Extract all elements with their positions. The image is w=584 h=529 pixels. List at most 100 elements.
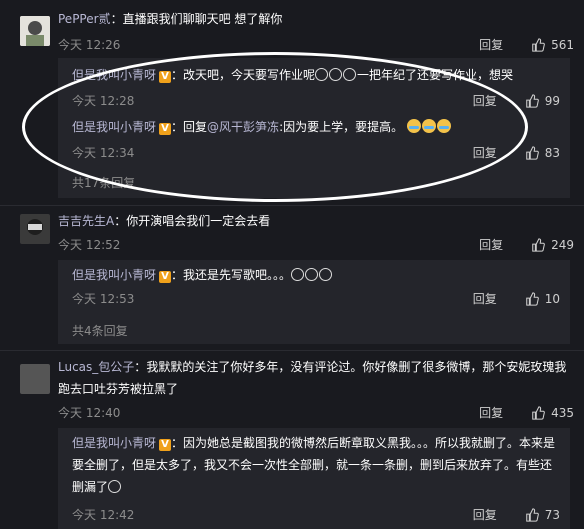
comment-username[interactable]: Lucas_包公子 <box>58 360 134 374</box>
reply-button[interactable]: 回复 <box>473 506 497 523</box>
comment-time: 今天 12:40 <box>58 406 121 420</box>
divider <box>0 350 584 351</box>
comment-time: 今天 12:52 <box>58 238 121 252</box>
reply-button[interactable]: 回复 <box>479 404 503 421</box>
comment-actions: 回复 249 <box>479 236 574 253</box>
comment-text: 你开演唱会我们一定会去看 <box>126 214 271 228</box>
like-button[interactable]: 73 <box>525 508 560 522</box>
verified-badge-icon: V <box>159 71 172 83</box>
comment-username[interactable]: PePPer贰 <box>58 12 111 26</box>
colon: ： <box>171 120 184 134</box>
like-count: 435 <box>551 405 574 420</box>
thumbs-up-icon <box>532 405 545 420</box>
reply-text-continued: 一把年纪了还要写作业，想哭 <box>357 68 514 82</box>
like-button[interactable]: 99 <box>525 94 560 108</box>
emoji-icon <box>291 268 305 281</box>
emoji-icon <box>305 268 319 281</box>
emoji-icon <box>343 68 357 81</box>
reply-content: 但是我叫小青呀 V ：因为她总是截图我的微博然后断章取义黑我。。。所以我就删了。本来… <box>72 432 560 498</box>
mention-link[interactable]: @风干彭笋冻 <box>207 120 279 134</box>
crying-emoji-icon <box>406 119 421 133</box>
reply-actions: 回复 99 <box>473 92 560 109</box>
reply-button[interactable]: 回复 <box>473 290 497 307</box>
like-count: 249 <box>551 237 574 252</box>
reply-item: 但是我叫小青呀 V ：回复@风干彭笋冻:因为要上学，要提高。 今天 12:34 回复… <box>72 116 560 166</box>
comment-text: 直播跟我们聊聊天吧 想了解你 <box>122 12 283 26</box>
comment-time: 今天 12:26 <box>58 38 121 52</box>
avatar[interactable] <box>20 16 50 46</box>
like-button[interactable]: 83 <box>525 146 560 160</box>
like-count: 10 <box>544 291 560 306</box>
like-button[interactable]: 561 <box>531 38 574 52</box>
reply-actions: 回复 10 <box>473 290 560 307</box>
reply-button[interactable]: 回复 <box>479 36 503 53</box>
thumbs-up-icon <box>525 291 539 306</box>
reply-item: 但是我叫小青呀 V ：我还是先写歌吧。。。 今天 12:53 回复 10 <box>72 264 560 314</box>
comment-content: PePPer贰：直播跟我们聊聊天吧 想了解你 <box>58 8 572 30</box>
reply-thread: 但是我叫小青呀 V ：因为她总是截图我的微博然后断章取义黑我。。。所以我就删了。本来… <box>58 428 570 529</box>
more-replies-link[interactable]: 共4条回复 <box>72 322 128 339</box>
reply-text: :因为要上学，要提高。 <box>279 120 404 134</box>
reply-time: 今天 12:42 <box>72 508 135 522</box>
reply-username[interactable]: 但是我叫小青呀 <box>72 436 156 450</box>
reply-content: 但是我叫小青呀 V ：回复@风干彭笋冻:因为要上学，要提高。 <box>72 116 560 138</box>
more-replies-link[interactable]: 共17条回复 <box>72 174 135 191</box>
like-count: 561 <box>551 37 574 52</box>
comment-actions: 回复 435 <box>479 404 574 421</box>
avatar-image <box>20 214 50 244</box>
verified-badge-icon: V <box>159 439 172 451</box>
reply-prefix: 回复 <box>183 120 208 134</box>
reply-time: 今天 12:53 <box>72 292 135 306</box>
colon: ： <box>171 436 184 450</box>
reply-time: 今天 12:34 <box>72 146 135 160</box>
thumbs-up-icon <box>532 37 545 52</box>
reply-username[interactable]: 但是我叫小青呀 <box>72 68 156 82</box>
comment-content: Lucas_包公子：我默默的关注了你好多年，没有评论过。你好像删了很多微博，那个… <box>58 356 572 400</box>
colon: ： <box>110 12 123 26</box>
reply-text: 我还是先写歌吧。。。 <box>183 268 292 282</box>
avatar-image <box>20 16 50 46</box>
colon: ： <box>171 268 184 282</box>
verified-badge-icon: V <box>159 123 172 135</box>
reply-time: 今天 12:28 <box>72 94 135 108</box>
avatar[interactable] <box>20 364 50 394</box>
colon: ： <box>171 68 184 82</box>
reply-button[interactable]: 回复 <box>479 236 503 253</box>
emoji-icon <box>329 68 343 81</box>
thumbs-up-icon <box>532 237 545 252</box>
reply-username[interactable]: 但是我叫小青呀 <box>72 120 156 134</box>
thumbs-up-icon <box>525 145 539 160</box>
reply-actions: 回复 73 <box>473 506 560 523</box>
crying-emoji-icon <box>436 119 451 133</box>
like-count: 73 <box>544 507 560 522</box>
reply-button[interactable]: 回复 <box>473 144 497 161</box>
like-button[interactable]: 435 <box>531 406 574 420</box>
reply-actions: 回复 83 <box>473 144 560 161</box>
reply-item: 但是我叫小青呀 V ：改天吧，今天要写作业呢 一把年纪了还要写作业，想哭 今天 12:… <box>72 64 560 114</box>
reply-content: 但是我叫小青呀 V ：改天吧，今天要写作业呢 一把年纪了还要写作业，想哭 <box>72 64 560 86</box>
divider <box>0 205 584 206</box>
like-button[interactable]: 10 <box>525 292 560 306</box>
crying-emoji-icon <box>421 119 436 133</box>
thumbs-up-icon <box>525 93 539 108</box>
reply-content: 但是我叫小青呀 V ：我还是先写歌吧。。。 <box>72 264 560 286</box>
like-button[interactable]: 249 <box>531 238 574 252</box>
colon: ： <box>134 360 147 374</box>
reply-button[interactable]: 回复 <box>473 92 497 109</box>
reply-username[interactable]: 但是我叫小青呀 <box>72 268 156 282</box>
comment-username[interactable]: 吉吉先生A <box>58 214 114 228</box>
verified-badge-icon: V <box>159 271 172 283</box>
reply-item: 但是我叫小青呀 V ：因为她总是截图我的微博然后断章取义黑我。。。所以我就删了。本来… <box>72 432 560 527</box>
reply-text: 改天吧，今天要写作业呢 <box>183 68 316 82</box>
emoji-icon <box>319 268 333 281</box>
reply-thread: 但是我叫小青呀 V ：我还是先写歌吧。。。 今天 12:53 回复 10 共4条回复 <box>58 260 570 344</box>
emoji-icon <box>108 480 122 493</box>
reply-thread: 但是我叫小青呀 V ：改天吧，今天要写作业呢 一把年纪了还要写作业，想哭 今天 12:… <box>58 58 570 198</box>
thumbs-up-icon <box>525 507 539 522</box>
avatar[interactable] <box>20 214 50 244</box>
like-count: 83 <box>544 145 560 160</box>
like-count: 99 <box>544 93 560 108</box>
comment-actions: 回复 561 <box>479 36 574 53</box>
colon: ： <box>114 214 127 228</box>
emoji-icon <box>315 68 329 81</box>
